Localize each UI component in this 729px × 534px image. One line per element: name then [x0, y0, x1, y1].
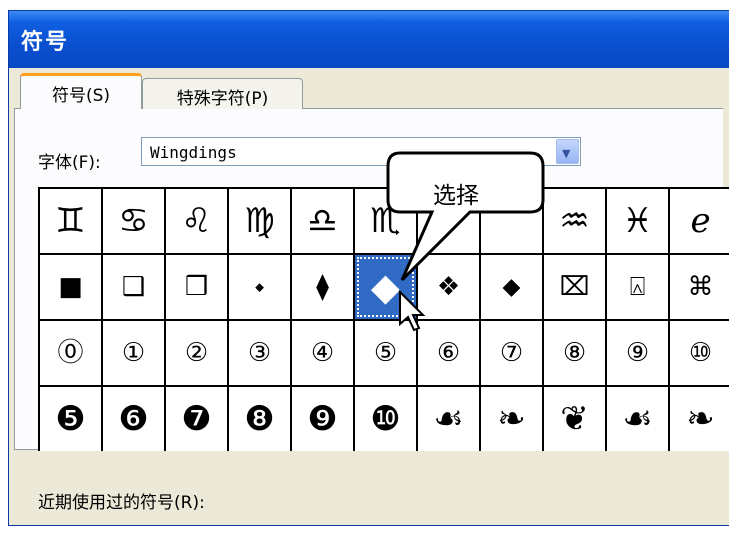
symbol-cell[interactable]: ⬥	[481, 255, 542, 319]
symbol-cell[interactable]: ⬩	[229, 255, 290, 319]
symbol-cell[interactable]: ♍	[229, 189, 290, 253]
symbol-cell[interactable]: ❼	[166, 387, 227, 451]
symbol-cell[interactable]: ❾	[292, 387, 353, 451]
font-label: 字体(F):	[38, 153, 101, 173]
symbol-cell[interactable]: ■	[40, 255, 101, 319]
chevron-down-icon: ▼	[562, 147, 571, 160]
tab-special-characters[interactable]: 特殊字符(P)	[142, 78, 303, 109]
symbol-cell[interactable]	[481, 189, 542, 253]
symbol-cell[interactable]: ☙	[418, 387, 479, 451]
symbol-cell[interactable]: ⌘	[670, 255, 729, 319]
symbol-cell[interactable]: ⑧	[544, 321, 605, 385]
symbol-cell[interactable]: ❒	[166, 255, 227, 319]
symbol-cell[interactable]: ❺	[40, 387, 101, 451]
symbol-cell[interactable]: ♎	[292, 189, 353, 253]
symbol-cell[interactable]: ⑦	[481, 321, 542, 385]
symbol-cell[interactable]: ②	[166, 321, 227, 385]
recent-symbols-label: 近期使用过的符号(R):	[38, 493, 205, 513]
symbol-cell[interactable]: ⧫	[292, 255, 353, 319]
symbol-cell[interactable]: ⑩	[670, 321, 729, 385]
symbol-cell[interactable]: ℯ	[670, 189, 729, 253]
symbol-cell[interactable]: ④	[292, 321, 353, 385]
mouse-pointer-icon	[399, 290, 426, 332]
symbol-cell[interactable]: ♓	[607, 189, 668, 253]
symbol-cell[interactable]: ♏	[355, 189, 416, 253]
symbol-cell[interactable]: ♋	[103, 189, 164, 253]
symbol-cell[interactable]: ❦	[544, 387, 605, 451]
symbol-grid: ♊ ♋ ♌ ♍ ♎ ♏ ♒ ♓ ℯ ■ ❑ ❒ ⬩ ⧫ ◆ ❖ ⬥ ⌧ ⍓ ⌘ ⓪ ① ② ③ ④ ⑤ ⑥ ⑦ ⑧ ⑨ ⑩ ❺ ❻ ❼ ❽ ❾ ❿ ☙ ❧ ❦…	[38, 187, 729, 451]
symbol-cell[interactable]: ❿	[355, 387, 416, 451]
symbol-cell[interactable]: ❻	[103, 387, 164, 451]
symbol-cell[interactable]: ⌧	[544, 255, 605, 319]
callout-text: 选择	[433, 183, 479, 209]
symbol-cell[interactable]: ❑	[103, 255, 164, 319]
font-select[interactable]: Wingdings ▼	[141, 137, 581, 166]
symbol-cell[interactable]: ♌	[166, 189, 227, 253]
tab-symbols[interactable]: 符号(S)	[20, 73, 142, 109]
symbol-cell[interactable]: ❽	[229, 387, 290, 451]
symbol-cell[interactable]: ⑨	[607, 321, 668, 385]
font-value: Wingdings	[150, 143, 237, 162]
symbol-cell[interactable]: ☙	[607, 387, 668, 451]
symbol-cell[interactable]: ⓪	[40, 321, 101, 385]
symbol-cell[interactable]: ❧	[670, 387, 729, 451]
symbol-cell[interactable]: ❧	[481, 387, 542, 451]
dialog-title: 符号	[21, 30, 70, 55]
symbol-cell[interactable]: ③	[229, 321, 290, 385]
font-dropdown-button[interactable]: ▼	[556, 139, 579, 164]
symbol-cell[interactable]: ①	[103, 321, 164, 385]
title-bar[interactable]: 符号	[9, 11, 729, 68]
symbol-cell[interactable]: ♊	[40, 189, 101, 253]
symbol-cell[interactable]: ♒	[544, 189, 605, 253]
symbol-cell[interactable]: ⍓	[607, 255, 668, 319]
